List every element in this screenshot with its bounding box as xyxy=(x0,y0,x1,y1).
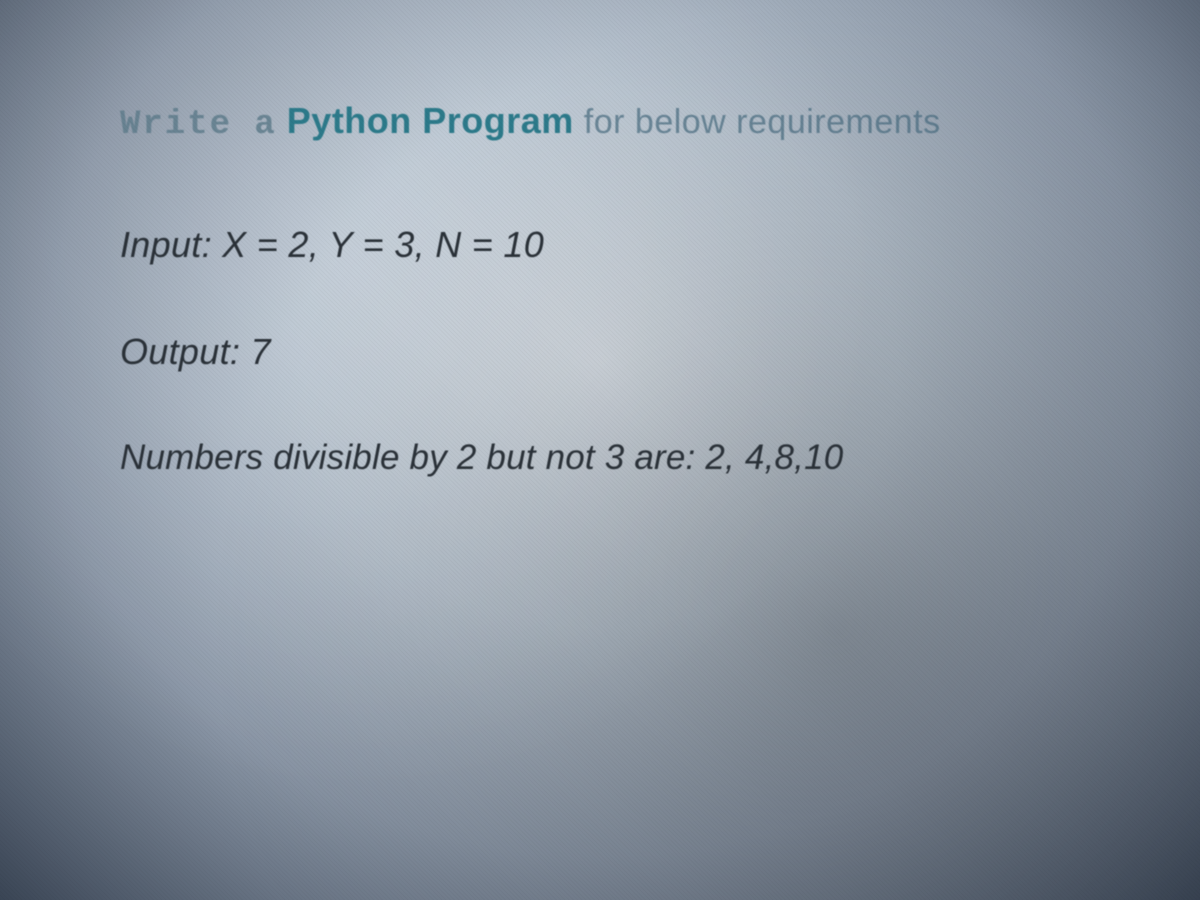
heading-write-a: Write a xyxy=(120,106,277,144)
heading-python-program: Python Program xyxy=(287,100,574,141)
input-line: Input: X = 2, Y = 3, N = 10 xyxy=(120,224,1080,266)
heading-line: Write a Python Program for below require… xyxy=(120,100,1080,144)
output-line: Output: 7 xyxy=(120,331,1080,373)
heading-requirements: for below requirements xyxy=(584,103,941,141)
explanation-line: Numbers divisible by 2 but not 3 are: 2,… xyxy=(120,438,1080,478)
